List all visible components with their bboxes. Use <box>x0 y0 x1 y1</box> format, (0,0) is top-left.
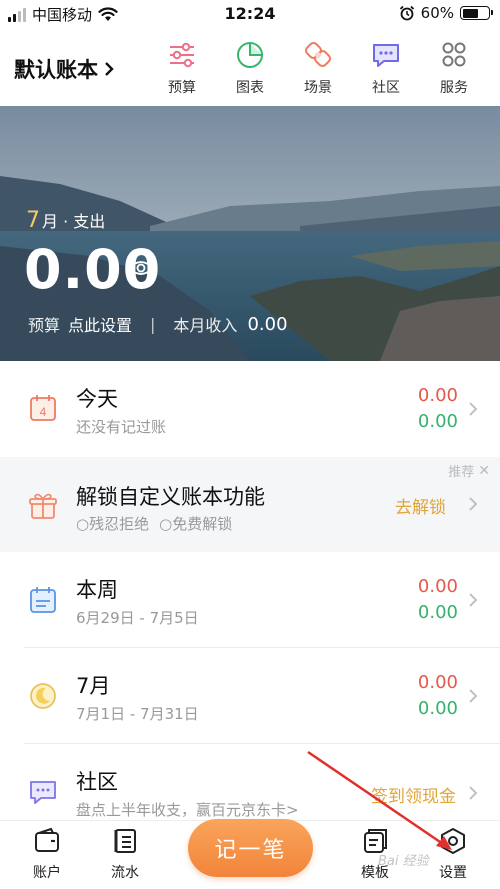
nav-scenes[interactable]: 场景 <box>288 40 348 97</box>
nav-charts-label: 图表 <box>236 80 264 96</box>
community-title: 社区 <box>76 770 118 794</box>
calendar-week-icon <box>30 587 56 613</box>
nav-charts[interactable]: 图表 <box>220 40 280 97</box>
monthly-summary-banner[interactable]: 7 月 · 支出 0.00 预算 点此设置 | 本月收入 0.00 <box>0 106 500 361</box>
services-grid-icon <box>442 42 466 67</box>
promo-options: ○残忍拒绝 ○免费解锁 <box>76 513 232 534</box>
moon-icon <box>30 683 56 709</box>
app-header: 默认账本 预算 图表 场景 社区 服务 <box>0 30 500 106</box>
tab-settings[interactable]: 设置 <box>423 827 483 882</box>
week-title: 本周 <box>76 578 118 602</box>
battery-icon <box>460 6 493 20</box>
month-title: 7月 <box>76 674 111 698</box>
month-income: 0.00 <box>417 698 458 719</box>
ledger-list-icon <box>114 829 136 853</box>
wallet-icon <box>35 827 59 852</box>
scene-icon <box>304 41 332 68</box>
budget-setup-link[interactable]: 点此设置 <box>68 312 132 336</box>
battery-percent: 60% <box>420 4 454 22</box>
list-item-week[interactable]: 本周 6月29日 - 7月5日 0.00 0.00 <box>0 552 500 648</box>
calendar-day-number: 4 <box>40 405 47 419</box>
week-expense: 0.00 <box>417 576 458 597</box>
month-number: 7 <box>26 208 40 233</box>
list-item-month[interactable]: 7月 7月1日 - 7月31日 0.00 0.00 <box>0 648 500 744</box>
chevron-right-icon <box>469 402 478 416</box>
promo-unlock-card[interactable]: 推荐 ✕ 解锁自定义账本功能 ○残忍拒绝 ○免费解锁 去解锁 <box>0 457 500 552</box>
checkin-cash-link[interactable]: 签到领现金 <box>371 782 456 807</box>
settings-gear-icon <box>441 828 465 854</box>
account-book-title: 默认账本 <box>14 58 98 82</box>
nav-budget-label: 预算 <box>168 80 196 96</box>
community-chat-icon <box>30 781 56 804</box>
chevron-right-icon <box>469 689 478 703</box>
status-right: 60% <box>399 4 493 22</box>
today-expense: 0.00 <box>417 385 458 406</box>
budget-income-row: 预算 点此设置 | 本月收入 0.00 <box>28 312 288 336</box>
budget-divider: | <box>150 314 156 334</box>
tab-account-label: 账户 <box>33 865 61 881</box>
recommend-tag: 推荐 ✕ <box>448 461 490 481</box>
option-reject[interactable]: ○残忍拒绝 <box>76 513 149 534</box>
app-screen: 中国移动 12:24 60% 默认账本 预算 图表 场景 社区 服务 7 月 ·… <box>0 0 500 889</box>
nav-budget[interactable]: 预算 <box>152 40 212 97</box>
go-unlock-button[interactable]: 去解锁 <box>395 493 446 518</box>
pie-chart-icon <box>237 42 263 68</box>
budget-label: 预算 <box>28 316 61 335</box>
nav-services-label: 服务 <box>440 80 468 96</box>
chevron-right-icon <box>469 593 478 607</box>
promo-title: 解锁自定义账本功能 <box>76 485 265 509</box>
tab-account[interactable]: 账户 <box>17 827 77 882</box>
budget-sliders-icon <box>170 42 194 68</box>
eye-visibility-icon[interactable] <box>128 259 154 277</box>
account-book-selector[interactable]: 默认账本 <box>14 54 114 84</box>
nav-services[interactable]: 服务 <box>424 40 484 97</box>
tab-flow-label: 流水 <box>111 865 139 881</box>
chevron-right-icon <box>469 786 478 800</box>
tab-flow[interactable]: 流水 <box>95 827 155 882</box>
list-item-community[interactable]: 社区 盘点上半年收支，赢百元京东卡> 签到领现金 <box>0 744 500 820</box>
chevron-right-icon <box>469 497 478 511</box>
community-subtitle: 盘点上半年收支，赢百元京东卡> <box>76 801 299 819</box>
community-chat-icon <box>373 44 399 67</box>
list-item-today[interactable]: 4 今天 还没有记过账 0.00 0.00 <box>0 361 500 457</box>
gift-icon <box>29 493 57 519</box>
month-expense: 0.00 <box>417 672 458 693</box>
nav-community-label: 社区 <box>372 80 400 96</box>
today-title: 今天 <box>76 387 118 411</box>
income-amount: 0.00 <box>247 313 288 335</box>
status-bar: 中国移动 12:24 60% <box>0 0 500 28</box>
nav-scenes-label: 场景 <box>304 80 332 96</box>
month-date-range: 7月1日 - 7月31日 <box>76 705 199 723</box>
tab-settings-label: 设置 <box>439 865 467 881</box>
calendar-day-icon: 4 <box>30 395 56 421</box>
today-income: 0.00 <box>417 411 458 432</box>
option-free-unlock[interactable]: ○免费解锁 <box>159 513 232 534</box>
today-subtitle: 还没有记过账 <box>76 418 167 436</box>
month-expense-label: 月 · 支出 <box>42 212 106 231</box>
week-date-range: 6月29日 - 7月5日 <box>76 609 199 627</box>
week-income: 0.00 <box>417 602 458 623</box>
month-expense-caption: 7 月 · 支出 <box>26 208 105 233</box>
income-label: 本月收入 <box>173 316 238 335</box>
close-icon[interactable]: ✕ <box>478 463 490 479</box>
recommend-tag-label: 推荐 <box>448 465 475 480</box>
record-transaction-button[interactable]: 记一笔 <box>188 819 313 877</box>
chevron-right-icon <box>105 62 114 76</box>
watermark: Bai 经验 <box>378 854 429 869</box>
nav-community[interactable]: 社区 <box>356 40 416 97</box>
alarm-clock-icon <box>399 5 414 21</box>
